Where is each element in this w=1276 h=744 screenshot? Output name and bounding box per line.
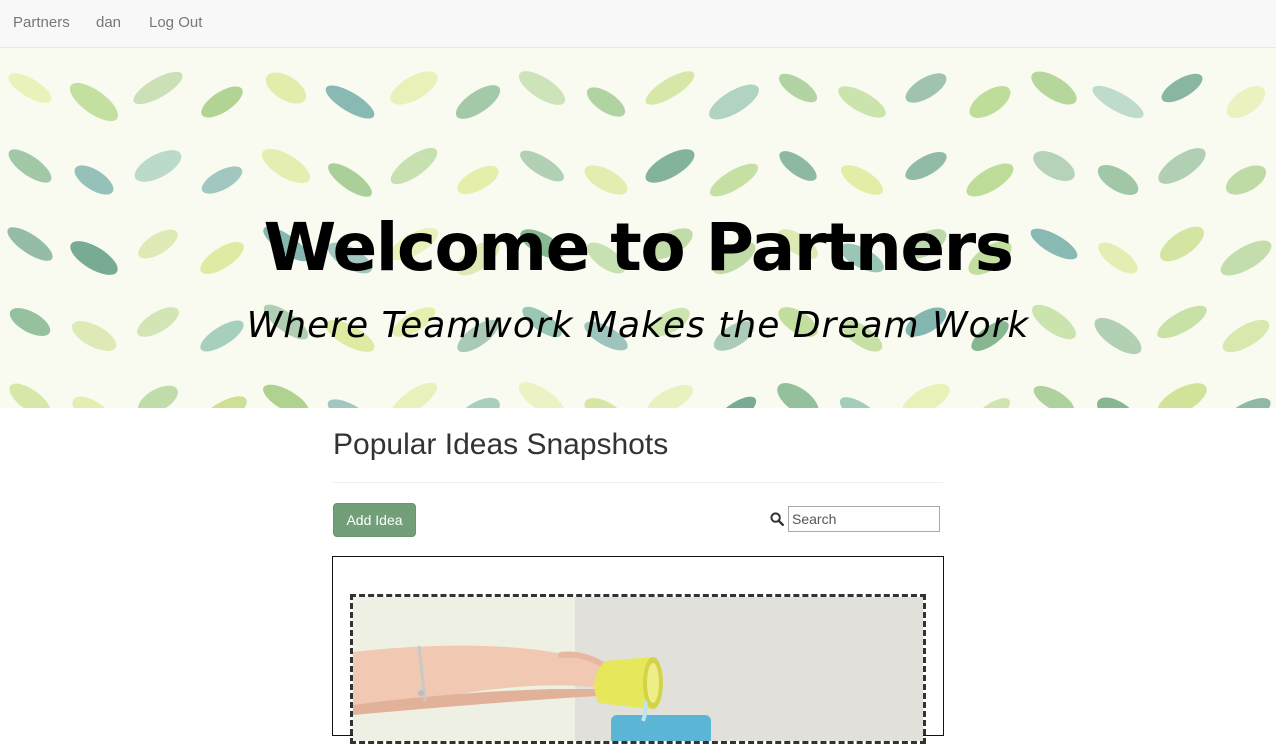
brushstroke xyxy=(456,397,500,408)
brushstroke xyxy=(1157,383,1207,408)
brushstroke xyxy=(74,165,114,195)
brushstroke xyxy=(9,383,51,408)
brushstroke xyxy=(586,87,626,117)
brushstroke xyxy=(8,149,52,183)
brushstroke xyxy=(520,150,564,182)
brushstroke xyxy=(647,384,693,408)
brushstroke xyxy=(457,165,499,195)
hero-title: Welcome to Partners xyxy=(263,209,1015,286)
brushstroke xyxy=(390,71,438,105)
brushstroke xyxy=(261,148,311,184)
brushstroke xyxy=(841,165,883,195)
brushstroke xyxy=(778,73,818,103)
navbar: Partners dan Log Out xyxy=(0,0,1276,48)
brushstroke xyxy=(902,383,950,408)
brushstroke xyxy=(1226,86,1266,118)
brushstroke xyxy=(201,86,243,118)
brushstroke xyxy=(833,48,892,49)
brushstroke xyxy=(265,72,307,104)
brushstroke xyxy=(1031,71,1077,105)
brushstroke xyxy=(645,149,695,183)
page-title: Popular Ideas Snapshots xyxy=(333,428,669,461)
brushstroke xyxy=(705,48,764,50)
brushstroke xyxy=(709,84,759,120)
brushstroke xyxy=(1161,73,1203,103)
brushstroke xyxy=(455,85,501,119)
search-input[interactable] xyxy=(788,506,940,532)
hero-banner: Welcome to Partners Where Teamwork Makes… xyxy=(0,48,1276,408)
brushstroke xyxy=(134,150,182,182)
brushstroke xyxy=(777,383,819,408)
brushstroke xyxy=(327,399,373,408)
hero-subtitle: Where Teamwork Makes the Dream Work xyxy=(246,305,1030,346)
brushstroke xyxy=(138,385,178,408)
brushstroke xyxy=(197,396,247,408)
brushstroke xyxy=(838,86,886,118)
brushstroke xyxy=(645,71,695,105)
brushstroke xyxy=(391,382,437,408)
brushstroke xyxy=(969,398,1011,408)
brushstroke xyxy=(1033,385,1075,408)
brushstroke xyxy=(709,163,759,197)
brushstroke xyxy=(966,163,1014,197)
nav-user-dan[interactable]: dan xyxy=(96,14,121,32)
brushstroke xyxy=(584,398,628,408)
brushstroke xyxy=(1158,148,1206,184)
idea-snapshot-frame[interactable] xyxy=(350,594,926,744)
brushstroke xyxy=(133,71,183,105)
brushstroke xyxy=(711,396,757,408)
idea-card[interactable] xyxy=(332,556,944,744)
nav-brand-partners[interactable]: Partners xyxy=(13,14,70,32)
brushstroke xyxy=(1092,85,1144,119)
brushstroke xyxy=(263,384,309,408)
brushstroke xyxy=(72,396,116,408)
brushstroke xyxy=(1097,165,1139,195)
brushstroke xyxy=(1225,165,1267,195)
brushstroke xyxy=(69,82,119,122)
brushstroke xyxy=(518,382,566,408)
brushstroke xyxy=(905,152,947,180)
add-idea-button[interactable]: Add Idea xyxy=(333,503,416,537)
brushstroke xyxy=(584,165,628,195)
brushstroke xyxy=(201,166,243,194)
search-icon xyxy=(770,512,785,527)
brushstroke xyxy=(390,147,438,185)
brushstroke xyxy=(518,71,566,105)
idea-snapshot-image xyxy=(353,597,923,741)
brushstroke xyxy=(8,73,52,103)
brushstroke xyxy=(839,397,885,408)
brushstroke xyxy=(325,85,375,119)
brushstroke xyxy=(328,163,372,197)
brushstroke xyxy=(905,73,947,103)
nav-logout-link[interactable]: Log Out xyxy=(149,14,202,32)
title-divider xyxy=(333,482,943,483)
brushstroke xyxy=(1097,397,1139,408)
brushstroke xyxy=(969,86,1011,118)
brushstroke xyxy=(1221,398,1271,408)
brushstroke xyxy=(779,151,817,181)
brushstroke xyxy=(1033,150,1075,182)
